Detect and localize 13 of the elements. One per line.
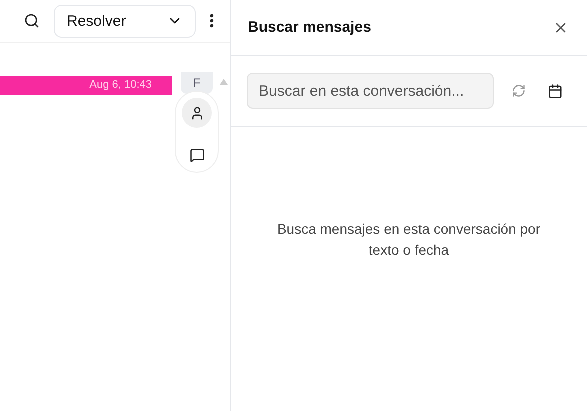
panel-title: Buscar mensajes	[248, 19, 372, 36]
person-icon	[190, 106, 204, 120]
chat-bubble-icon	[190, 148, 204, 162]
status-dropdown[interactable]: Resolver	[54, 4, 196, 38]
message-time: Aug 6, 10:43	[90, 79, 152, 92]
avatar: F	[181, 72, 213, 94]
search-icon	[24, 13, 40, 29]
refresh-icon	[512, 84, 526, 98]
search-field[interactable]: Buscar en esta conversación...	[247, 73, 494, 109]
more-options-icon	[210, 14, 214, 28]
empty-state-text: Busca mensajes en esta conversación por texto o fecha	[276, 220, 542, 260]
calendar-icon	[548, 84, 563, 98]
contact-button[interactable]	[182, 98, 212, 128]
